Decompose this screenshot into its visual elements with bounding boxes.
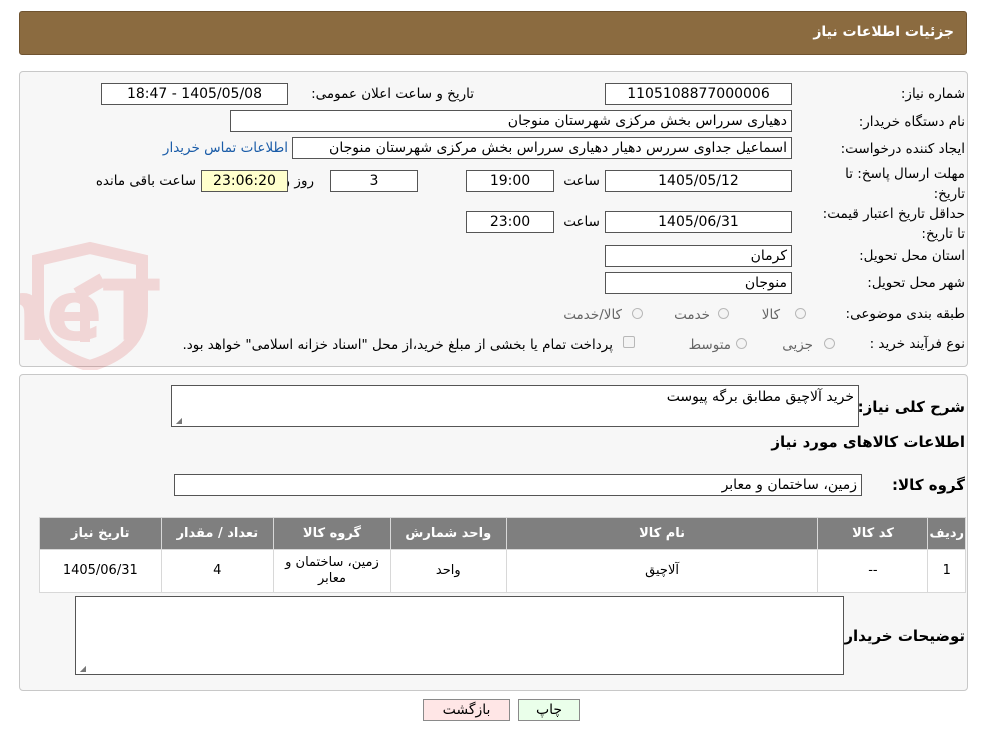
category-option-goods: کالا xyxy=(761,307,780,323)
city-field: منوجان xyxy=(605,272,792,294)
need-number-label: شماره نیاز: xyxy=(900,86,965,102)
cell-name: آلاچیق xyxy=(505,549,819,593)
col-row-header: ردیف xyxy=(927,517,966,550)
resize-grip-icon[interactable]: ◢ xyxy=(174,417,182,425)
col-name-header: نام کالا xyxy=(505,517,819,550)
cell-date: 1405/06/31 xyxy=(39,549,162,593)
cell-unit: واحد xyxy=(389,549,507,593)
province-field: کرمان xyxy=(605,245,792,267)
col-group-header: گروه کالا xyxy=(273,517,391,550)
validity-time-field: 23:00 xyxy=(466,211,554,233)
resize-grip-icon[interactable]: ◢ xyxy=(78,665,86,673)
col-unit-header: واحد شمارش xyxy=(389,517,507,550)
announce-field: 1405/05/08 - 18:47 xyxy=(101,83,288,105)
process-option-medium: متوسط xyxy=(688,337,731,353)
cell-qty: 4 xyxy=(160,549,275,593)
category-option-both: کالا/خدمت xyxy=(563,307,622,323)
city-label: شهر محل تحویل: xyxy=(867,275,965,291)
requester-field: اسماعیل جداوی سررس دهیار دهیاری سرراس بخ… xyxy=(292,137,792,159)
page-header: جزئیات اطلاعات نیاز xyxy=(19,11,967,55)
back-button[interactable]: بازگشت xyxy=(423,699,510,721)
category-option-service: خدمت xyxy=(674,307,710,323)
remaining-time-label: ساعت باقی مانده xyxy=(95,173,196,189)
print-button[interactable]: چاپ xyxy=(518,699,580,721)
process-label: نوع فرآیند خرید : xyxy=(869,336,965,352)
goods-info-title: اطلاعات کالاهای مورد نیاز xyxy=(771,433,965,451)
validity-time-label: ساعت xyxy=(563,214,600,230)
goods-group-label: گروه کالا: xyxy=(892,476,965,494)
buyer-notes-label: توضیحات خریدار: xyxy=(838,627,965,645)
days-label: روز و xyxy=(283,173,314,189)
process-option-minor: جزیی xyxy=(782,337,813,353)
treasury-payment-checkbox[interactable] xyxy=(623,336,635,348)
buyer-org-label: نام دستگاه خریدار: xyxy=(858,114,965,130)
col-date-header: تاریخ نیاز xyxy=(39,517,162,550)
requester-label: ایجاد کننده درخواست: xyxy=(840,141,965,157)
buyer-org-field: دهیاری سرراس بخش مرکزی شهرستان منوجان xyxy=(230,110,792,132)
validity-date-field: 1405/06/31 xyxy=(605,211,792,233)
cell-group: زمین، ساختمان و معابر xyxy=(273,549,391,593)
col-qty-header: تعداد / مقدار xyxy=(160,517,275,550)
deadline-label: مهلت ارسال پاسخ: تا تاریخ: xyxy=(845,166,965,202)
description-text: خرید آلاچیق مطابق برگه پیوست xyxy=(666,389,854,405)
cell-code: -- xyxy=(817,549,929,593)
remaining-time-field: 23:06:20 xyxy=(201,170,288,192)
need-number-field: 1105108877000006 xyxy=(605,83,792,105)
goods-group-field: زمین، ساختمان و معابر xyxy=(174,474,862,496)
table-row: 1 -- آلاچیق واحد زمین، ساختمان و معابر 4… xyxy=(39,549,966,593)
col-code-header: کد کالا xyxy=(817,517,929,550)
process-radio-medium[interactable] xyxy=(736,338,747,349)
deadline-time-field: 19:00 xyxy=(466,170,554,192)
province-label: استان محل تحویل: xyxy=(859,248,965,264)
page-title: جزئیات اطلاعات نیاز xyxy=(813,24,954,40)
contact-info-link[interactable]: اطلاعات تماس خریدار xyxy=(163,140,288,156)
table-header-row: ردیف کد کالا نام کالا واحد شمارش گروه کا… xyxy=(39,517,966,550)
category-label: طبقه بندی موضوعی: xyxy=(845,306,965,322)
treasury-payment-note: پرداخت تمام یا بخشی از مبلغ خرید،از محل … xyxy=(182,337,613,353)
announce-label: تاریخ و ساعت اعلان عمومی: xyxy=(311,86,474,102)
goods-table: ردیف کد کالا نام کالا واحد شمارش گروه کا… xyxy=(39,517,966,593)
days-field: 3 xyxy=(330,170,418,192)
validity-label: حداقل تاریخ اعتبار قیمت: تا تاریخ: xyxy=(822,206,965,242)
category-radio-goods[interactable] xyxy=(795,308,806,319)
process-radio-minor[interactable] xyxy=(824,338,835,349)
deadline-date-field: 1405/05/12 xyxy=(605,170,792,192)
description-field: خرید آلاچیق مطابق برگه پیوست ◢ xyxy=(171,385,859,427)
category-radio-service[interactable] xyxy=(718,308,729,319)
deadline-time-label: ساعت xyxy=(563,173,600,189)
description-label: شرح کلی نیاز: xyxy=(857,398,965,416)
category-radio-both[interactable] xyxy=(632,308,643,319)
cell-row: 1 xyxy=(927,549,966,593)
buyer-notes-field: ◢ xyxy=(75,596,844,675)
